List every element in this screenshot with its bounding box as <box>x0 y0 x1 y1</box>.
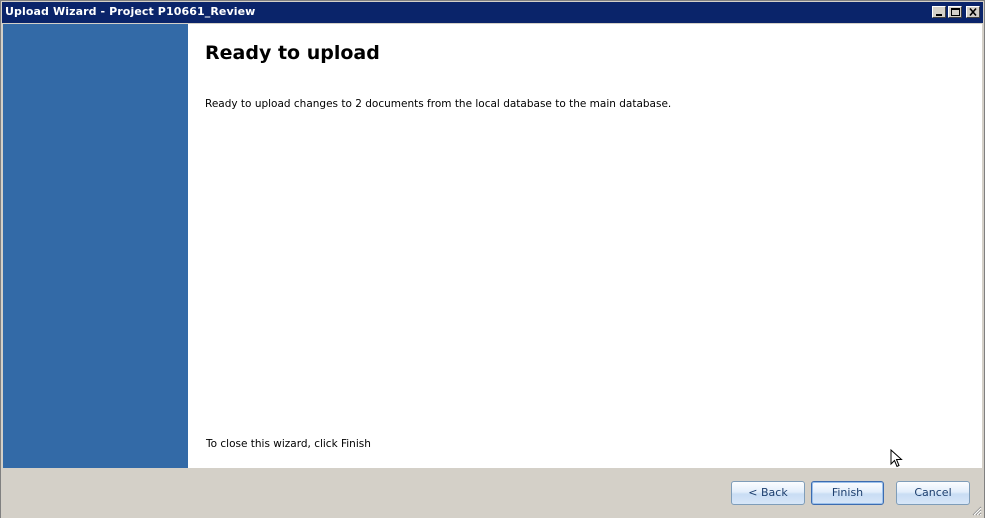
minimize-button[interactable] <box>932 6 946 18</box>
page-description: Ready to upload changes to 2 documents f… <box>205 98 672 110</box>
minimize-icon <box>936 14 942 16</box>
close-icon <box>969 7 977 17</box>
wizard-sidebar-banner <box>3 24 188 468</box>
button-bar: < Back Finish Cancel <box>1 468 984 518</box>
resize-grip-icon[interactable] <box>970 504 982 516</box>
maximize-icon <box>951 8 960 16</box>
window-title: Upload Wizard - Project P10661_Review <box>5 5 256 18</box>
title-bar[interactable]: Upload Wizard - Project P10661_Review <box>2 2 983 23</box>
cancel-button[interactable]: Cancel <box>896 481 970 505</box>
page-heading: Ready to upload <box>205 42 380 64</box>
back-button[interactable]: < Back <box>731 481 805 505</box>
close-button[interactable] <box>966 6 980 18</box>
finish-button[interactable]: Finish <box>811 481 884 505</box>
mouse-cursor-icon <box>890 449 903 468</box>
close-instruction: To close this wizard, click Finish <box>206 438 371 450</box>
upload-wizard-window: Upload Wizard - Project P10661_Review Re… <box>0 0 985 518</box>
maximize-button[interactable] <box>948 6 962 18</box>
wizard-page: Ready to upload Ready to upload changes … <box>3 24 982 468</box>
